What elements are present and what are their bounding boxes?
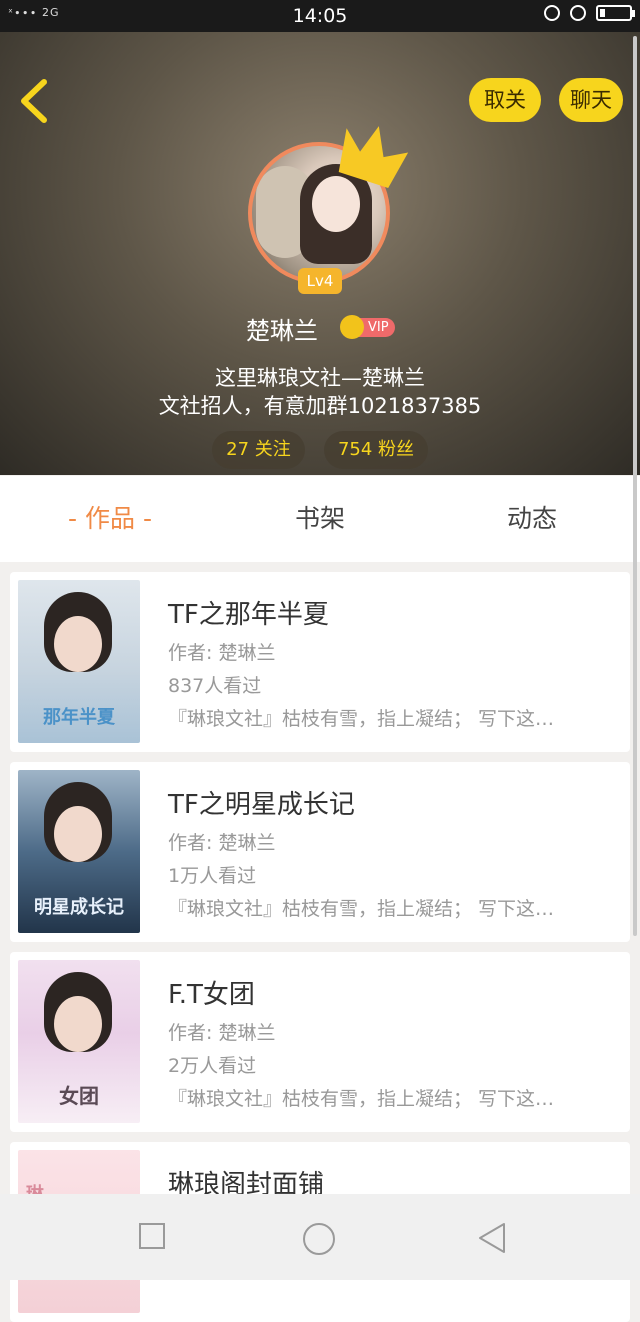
book-cover: 女团 [18, 960, 140, 1123]
tab-dynamics[interactable]: 动态 [462, 476, 602, 562]
back-arrow-icon[interactable] [14, 78, 54, 124]
work-views: 2万人看过 [168, 1055, 257, 1077]
work-description: 『琳琅文社』枯枝有雪，指上凝结； 写下这… [168, 1088, 555, 1110]
battery-icon [596, 5, 635, 21]
vip-badge: VIP [340, 315, 395, 339]
fans-count[interactable]: 754 粉丝 [324, 431, 428, 469]
tab-bar: - 作品 - 书架 动态 [0, 476, 640, 562]
book-cover: 明星成长记 [18, 770, 140, 933]
book-cover: 那年半夏 [18, 580, 140, 743]
username: 楚琳兰 [246, 317, 318, 345]
bio-line-2: 文社招人，有意加群1021837385 [158, 394, 482, 418]
work-author: 作者: 楚琳兰 [168, 642, 276, 664]
system-nav-bar [0, 1194, 640, 1280]
lock-rotation-icon [544, 5, 560, 21]
unfollow-button[interactable]: 取关 [469, 78, 541, 122]
work-description: 『琳琅文社』枯枝有雪，指上凝结； 写下这… [168, 898, 555, 920]
work-title: F.T女团 [168, 980, 255, 1010]
list-item[interactable]: 那年半夏 TF之那年半夏 作者: 楚琳兰 837人看过 『琳琅文社』枯枝有雪，指… [10, 572, 630, 752]
vip-crown-icon [340, 315, 364, 339]
work-description: 『琳琅文社』枯枝有雪，指上凝结； 写下这… [168, 708, 555, 730]
chat-button[interactable]: 聊天 [559, 78, 623, 122]
crown-icon [338, 126, 409, 189]
level-badge: Lv4 [298, 268, 342, 294]
following-count[interactable]: 27 关注 [212, 431, 305, 469]
bio: 这里琳琅文社—楚琳兰 文社招人，有意加群1021837385 [0, 364, 640, 420]
work-views: 1万人看过 [168, 865, 257, 887]
work-views: 837人看过 [168, 675, 262, 697]
work-title: TF之明星成长记 [168, 790, 355, 820]
status-bar: ˣ∙∙∙ 2G 14:05 [0, 0, 640, 32]
work-author: 作者: 楚琳兰 [168, 832, 276, 854]
alarm-icon [570, 5, 586, 21]
scrollbar[interactable] [633, 36, 637, 936]
tab-bookshelf[interactable]: 书架 [250, 476, 390, 562]
square-nav-icon[interactable] [138, 1222, 166, 1250]
bio-line-1: 这里琳琅文社—楚琳兰 [215, 366, 425, 390]
work-title: TF之那年半夏 [168, 600, 329, 630]
list-item[interactable]: 女团 F.T女团 作者: 楚琳兰 2万人看过 『琳琅文社』枯枝有雪，指上凝结； … [10, 952, 630, 1132]
work-author: 作者: 楚琳兰 [168, 1022, 276, 1044]
tab-works[interactable]: - 作品 - [40, 476, 180, 562]
list-item[interactable]: 明星成长记 TF之明星成长记 作者: 楚琳兰 1万人看过 『琳琅文社』枯枝有雪，… [10, 762, 630, 942]
profile-header: 取关 聊天 Lv4 楚琳兰 VIP 这里琳琅文社—楚琳兰 文社招人，有意加群10… [0, 32, 640, 475]
circle-nav-icon[interactable] [302, 1222, 336, 1256]
triangle-nav-icon[interactable] [476, 1222, 508, 1254]
